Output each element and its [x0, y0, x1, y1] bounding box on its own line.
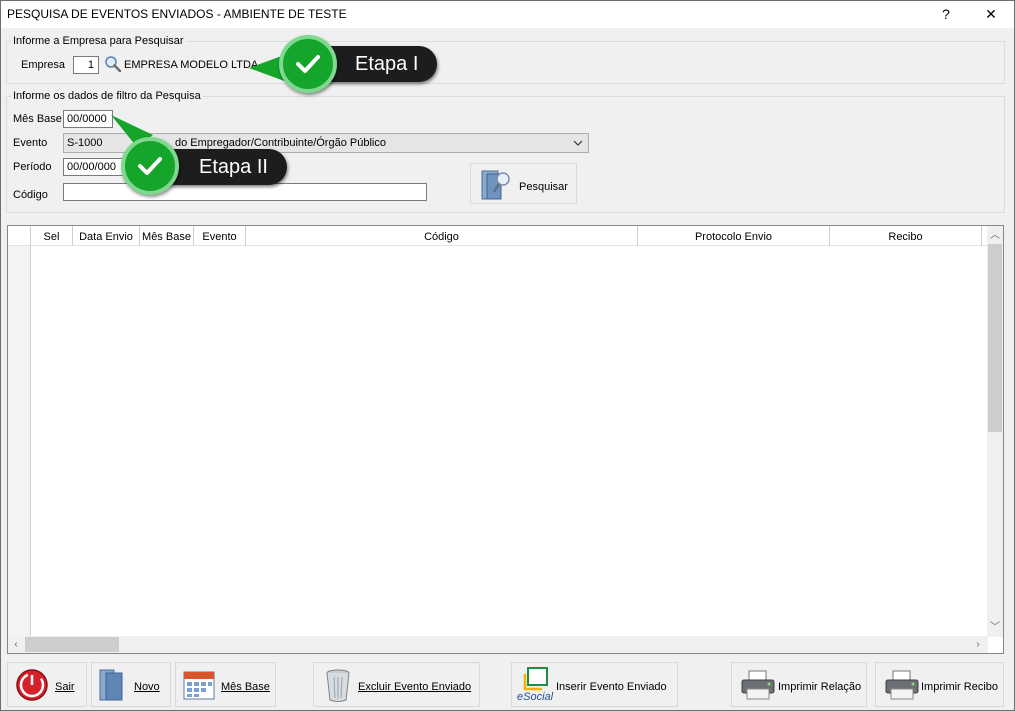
horizontal-scrollbar[interactable]: ‹ ›: [8, 636, 988, 653]
mes-base-input[interactable]: 00/0000: [63, 110, 113, 128]
grid-header: Sel Data Envio Mês Base Evento Código Pr…: [8, 226, 988, 246]
codigo-input[interactable]: [63, 183, 427, 201]
filter-group-legend: Informe os dados de filtro da Pesquisa: [11, 90, 203, 102]
periodo-label: Período: [13, 161, 52, 173]
power-icon: [15, 668, 49, 702]
trash-icon: [324, 667, 352, 703]
novo-label: Novo: [134, 681, 160, 693]
mes-base-button[interactable]: Mês Base: [175, 662, 276, 707]
esocial-logo-text: eSocial: [517, 691, 554, 703]
events-grid[interactable]: Sel Data Envio Mês Base Evento Código Pr…: [7, 225, 1004, 654]
chevron-down-icon: [572, 134, 584, 152]
checkmark-icon: [121, 137, 179, 195]
imprimir-recibo-button[interactable]: Imprimir Recibo: [875, 662, 1004, 707]
printer-icon: [740, 670, 776, 700]
col-mes-base[interactable]: Mês Base: [140, 226, 194, 246]
search-icon[interactable]: [104, 55, 122, 73]
callout-step-2-text: Etapa II: [199, 156, 268, 178]
mes-base-label: Mês Base: [13, 113, 62, 125]
col-data-envio[interactable]: Data Envio: [73, 226, 140, 246]
horizontal-scroll-thumb[interactable]: [25, 637, 119, 652]
scroll-right-icon[interactable]: ›: [970, 637, 986, 653]
col-evento[interactable]: Evento: [194, 226, 246, 246]
empresa-label: Empresa: [21, 59, 66, 71]
header-corner: [8, 226, 31, 246]
scroll-up-icon[interactable]: ︿: [987, 228, 1003, 244]
evento-code: S-1000: [67, 137, 103, 149]
vertical-scrollbar[interactable]: ︿ ﹀: [987, 226, 1003, 637]
col-codigo[interactable]: Código: [246, 226, 638, 246]
sair-label: Sair: [55, 681, 75, 693]
scroll-down-icon[interactable]: ﹀: [987, 620, 1003, 636]
novo-button[interactable]: Novo: [91, 662, 171, 707]
search-book-icon: [479, 168, 513, 202]
new-book-icon: [97, 668, 127, 702]
help-button[interactable]: ?: [924, 1, 968, 28]
close-button[interactable]: ✕: [969, 1, 1013, 28]
printer-icon: [884, 670, 920, 700]
company-group-legend: Informe a Empresa para Pesquisar: [11, 35, 186, 47]
imprimir-recibo-label: Imprimir Recibo: [921, 681, 999, 693]
excluir-label: Excluir Evento Enviado: [358, 681, 472, 693]
title-bar: PESQUISA DE EVENTOS ENVIADOS - AMBIENTE …: [1, 1, 1014, 28]
vertical-scroll-thumb[interactable]: [988, 244, 1002, 432]
inserir-evento-button[interactable]: eSocial Inserir Evento Enviado: [511, 662, 678, 707]
col-protocolo-envio[interactable]: Protocolo Envio: [638, 226, 830, 246]
scroll-left-icon[interactable]: ‹: [8, 637, 24, 653]
inserir-label: Inserir Evento Enviado: [556, 681, 667, 693]
callout-step-1-text: Etapa I: [355, 53, 419, 75]
sair-button[interactable]: Sair: [7, 662, 87, 707]
col-recibo[interactable]: Recibo: [830, 226, 982, 246]
dialog-window: PESQUISA DE EVENTOS ENVIADOS - AMBIENTE …: [0, 0, 1015, 711]
evento-label: Evento: [13, 137, 48, 149]
calendar-icon: [182, 669, 216, 701]
pesquisar-label: Pesquisar: [519, 181, 568, 193]
esocial-icon: eSocial: [516, 665, 554, 705]
imprimir-relacao-button[interactable]: Imprimir Relação: [731, 662, 867, 707]
codigo-label: Código: [13, 189, 48, 201]
imprimir-relacao-label: Imprimir Relação: [778, 681, 862, 693]
pesquisar-button[interactable]: Pesquisar: [470, 163, 577, 204]
mes-base-button-label: Mês Base: [221, 681, 270, 693]
excluir-evento-button[interactable]: Excluir Evento Enviado: [313, 662, 480, 707]
window-title: PESQUISA DE EVENTOS ENVIADOS - AMBIENTE …: [7, 7, 347, 21]
col-sel[interactable]: Sel: [31, 226, 73, 246]
empresa-name: EMPRESA MODELO LTDA: [124, 59, 259, 71]
checkmark-icon: [279, 35, 337, 93]
empresa-code-input[interactable]: 1: [73, 56, 99, 74]
row-header-gutter: [8, 246, 31, 636]
